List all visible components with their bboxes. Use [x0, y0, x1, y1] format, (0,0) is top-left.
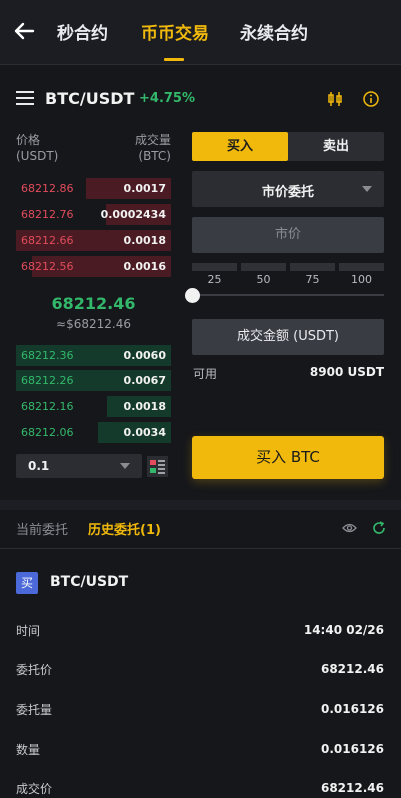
order-type-select[interactable]: 市价委托	[192, 171, 384, 207]
bid-price: 68212.36	[21, 349, 74, 362]
bid-amount: 0.0067	[123, 374, 166, 387]
available-balance: 8900 USDT	[309, 365, 384, 379]
detail-value-order-price: 68212.46	[320, 662, 384, 676]
market-header: BTC/USDT +4.75%	[0, 64, 401, 124]
price-header-label: 价格	[16, 133, 41, 147]
ask-price: 68212.66	[21, 234, 74, 247]
bid-price: 68212.06	[21, 426, 74, 439]
tab-current-orders[interactable]: 当前委托	[16, 519, 68, 538]
buy-side-badge: 买	[16, 572, 38, 594]
buy-btc-button[interactable]: 买入 BTC	[192, 436, 384, 479]
detail-label-order-amount: 委托量	[16, 703, 53, 717]
order-pair: BTC/USDT	[50, 574, 129, 590]
chevron-down-icon	[362, 186, 372, 192]
orderbook-amount-header: 成交量 (BTC)	[135, 132, 171, 164]
bid-row[interactable]: 68212.36 0.0060	[16, 345, 171, 366]
percent-label[interactable]: 75	[290, 273, 335, 286]
tab-second-contract[interactable]: 秒合约	[57, 19, 108, 44]
candlestick-chart-icon[interactable]	[327, 91, 343, 107]
available-label: 可用	[193, 367, 218, 381]
percent-segment-100[interactable]	[339, 263, 384, 271]
ask-row[interactable]: 68212.76 0.0002434	[16, 204, 171, 225]
precision-select[interactable]: 0.1	[16, 454, 142, 478]
ask-amount: 0.0018	[123, 234, 166, 247]
amount-slider-handle[interactable]	[185, 288, 200, 303]
menu-icon[interactable]	[16, 91, 34, 105]
bid-row[interactable]: 68212.26 0.0067	[16, 370, 171, 391]
orderbook-layout-icon[interactable]	[147, 456, 168, 477]
orders-tabs-divider	[0, 548, 401, 549]
bid-row[interactable]: 68212.16 0.0018	[16, 396, 171, 417]
tab-order-history[interactable]: 历史委托(1)	[88, 519, 161, 538]
detail-value-order-amount: 0.016126	[320, 702, 384, 716]
order-type-value: 市价委托	[261, 185, 314, 200]
top-nav-bar: 秒合约 币币交易 永续合约	[0, 0, 401, 64]
ask-price: 68212.76	[21, 208, 74, 221]
detail-label-time: 时间	[16, 624, 41, 638]
detail-label-order-price: 委托价	[16, 663, 53, 677]
ask-amount: 0.0002434	[100, 208, 166, 221]
percent-segment-75[interactable]	[290, 263, 335, 271]
detail-label-fill-price: 成交价	[16, 782, 53, 796]
ask-amount: 0.0017	[123, 182, 166, 195]
market-pair-title[interactable]: BTC/USDT	[45, 89, 134, 108]
ask-row[interactable]: 68212.86 0.0017	[16, 178, 171, 199]
amount-input[interactable]: 成交金额 (USDT)	[192, 319, 384, 355]
percent-label[interactable]: 100	[339, 273, 384, 286]
buy-sell-toggle: 买入 卖出	[192, 132, 384, 161]
last-price: 68212.46	[51, 294, 136, 313]
info-icon[interactable]	[363, 91, 379, 107]
detail-value-fill-price: 68212.46	[320, 781, 384, 795]
price-input[interactable]: 市价	[192, 217, 384, 253]
bid-row[interactable]: 68212.06 0.0034	[16, 422, 171, 443]
last-price-usd: ≈$68212.46	[56, 317, 131, 331]
chevron-down-icon	[120, 463, 130, 469]
bid-amount: 0.0034	[123, 426, 166, 439]
bid-price: 68212.16	[21, 400, 74, 413]
ask-price: 68212.56	[21, 260, 74, 273]
detail-value-time: 14:40 02/26	[303, 623, 384, 637]
orderbook-price-header: 价格 (USDT)	[16, 132, 58, 164]
percent-segment-50[interactable]	[241, 263, 286, 271]
bid-amount: 0.0060	[123, 349, 166, 362]
ask-price: 68212.86	[21, 182, 74, 195]
section-divider	[0, 500, 401, 510]
amount-header-label: 成交量	[134, 133, 171, 147]
tab-perpetual-contract[interactable]: 永续合约	[240, 19, 308, 44]
amount-header-unit: (BTC)	[138, 149, 171, 163]
percent-segment-25[interactable]	[192, 263, 237, 271]
eye-icon[interactable]	[342, 522, 357, 534]
price-header-unit: (USDT)	[16, 149, 59, 163]
detail-value-quantity: 0.016126	[320, 742, 384, 756]
bid-price: 68212.26	[21, 374, 74, 387]
sell-tab[interactable]: 卖出	[288, 132, 384, 161]
ask-row[interactable]: 68212.66 0.0018	[16, 230, 171, 251]
refresh-icon[interactable]	[372, 521, 386, 535]
ask-row[interactable]: 68212.56 0.0016	[16, 256, 171, 277]
amount-slider-track[interactable]	[192, 294, 384, 296]
detail-label-quantity: 数量	[16, 743, 41, 757]
precision-value: 0.1	[28, 459, 50, 473]
tab-spot-trading[interactable]: 币币交易	[141, 19, 209, 44]
buy-tab[interactable]: 买入	[192, 132, 288, 161]
price-change-percent: +4.75%	[139, 91, 195, 106]
percent-label[interactable]: 25	[192, 273, 237, 286]
percent-label[interactable]: 50	[241, 273, 286, 286]
back-arrow-icon[interactable]	[13, 20, 35, 42]
active-tab-indicator	[164, 58, 184, 61]
bid-amount: 0.0018	[123, 400, 166, 413]
ask-amount: 0.0016	[123, 260, 166, 273]
